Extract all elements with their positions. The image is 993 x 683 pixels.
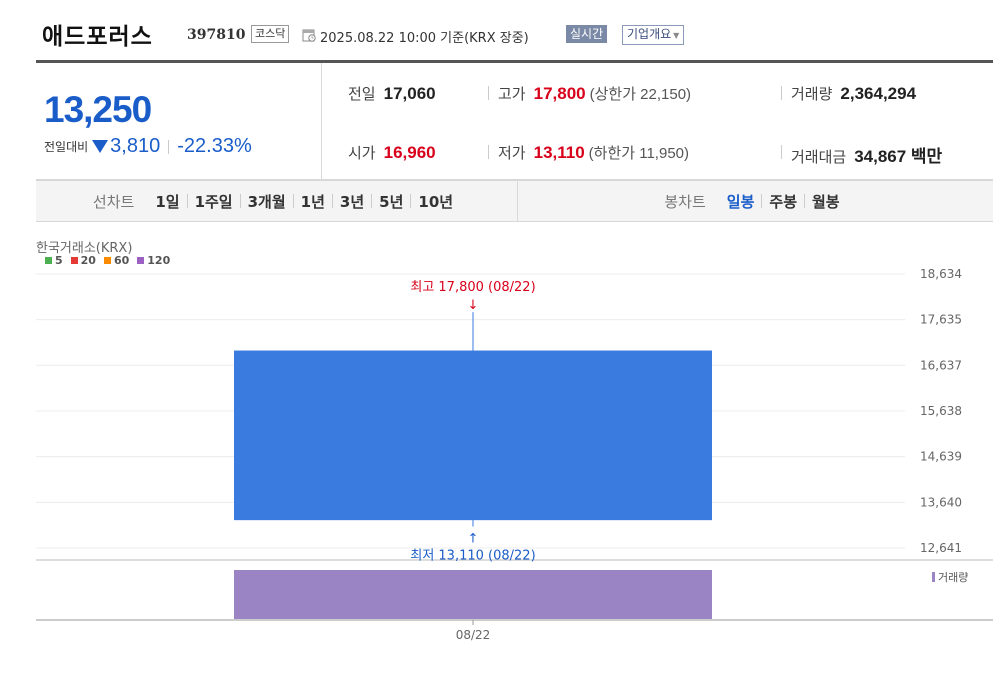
dropdown-arrow-icon: ▼ bbox=[673, 31, 680, 40]
y-tick-label: 16,637 bbox=[920, 358, 962, 372]
stock-header: 애드포러스 397810 코스닥 2025.08.22 10:00 기준(KRX… bbox=[0, 0, 993, 60]
down-arrow-icon: ↓ bbox=[468, 298, 479, 313]
change-amount: 3,810 bbox=[110, 135, 161, 157]
volume-value: 2,364,294 bbox=[840, 84, 917, 103]
moving-average-legend: 5 20 60 120 bbox=[45, 254, 178, 267]
candle-chart-periods: 봉차트 일봉 주봉 월봉 bbox=[518, 181, 993, 221]
period-10y[interactable]: 10년 bbox=[411, 191, 460, 212]
chart-period-bar: 선차트 1일 1주일 3개월 1년 3년 5년 10년 봉차트 일봉 주봉 월봉 bbox=[36, 180, 993, 222]
period-monthly-candle[interactable]: 월봉 bbox=[805, 191, 847, 212]
up-arrow-icon: ↑ bbox=[468, 532, 479, 547]
y-tick-label: 18,634 bbox=[920, 267, 962, 281]
period-1d[interactable]: 1일 bbox=[148, 191, 186, 212]
line-chart-label: 선차트 bbox=[92, 192, 135, 211]
high-annotation: 최고 17,800 (08/22) bbox=[410, 280, 535, 295]
ma-label: 120 bbox=[147, 254, 171, 267]
high-value: 17,800 bbox=[533, 84, 586, 103]
company-overview-button[interactable]: 기업개요 ▼ bbox=[622, 25, 685, 45]
y-tick-label: 12,641 bbox=[920, 541, 962, 555]
period-weekly-candle[interactable]: 주봉 bbox=[762, 191, 804, 212]
stock-chart: 18,634 17,635 16,637 15,638 14,639 13,640 12,6… bbox=[0, 222, 993, 683]
legend-swatch bbox=[137, 257, 145, 264]
upper-limit-note: (상한가 22,150) bbox=[589, 86, 692, 103]
ma-legend-item: 5 bbox=[45, 254, 63, 267]
legend-swatch bbox=[45, 257, 52, 264]
period-3m[interactable]: 3개월 bbox=[241, 191, 293, 212]
period-1y[interactable]: 1년 bbox=[294, 191, 332, 212]
divider bbox=[488, 145, 489, 159]
period-daily-candle[interactable]: 일봉 bbox=[720, 191, 762, 212]
y-tick-label: 17,635 bbox=[920, 313, 962, 327]
trade-value-value: 34,867 백만 bbox=[854, 147, 943, 166]
ma-legend-item: 20 bbox=[70, 254, 96, 267]
volume-label: 거래량 bbox=[791, 85, 833, 103]
divider bbox=[488, 86, 489, 100]
down-triangle-icon bbox=[92, 140, 109, 153]
divider bbox=[781, 145, 782, 159]
trade-value-label: 거래대금 bbox=[791, 148, 847, 166]
y-tick-label: 14,639 bbox=[920, 450, 962, 464]
high-stat: 고가 17,800 (상한가 22,150) bbox=[498, 83, 691, 104]
line-chart-periods: 선차트 1일 1주일 3개월 1년 3년 5년 10년 bbox=[36, 181, 518, 221]
period-1w[interactable]: 1주일 bbox=[188, 191, 240, 212]
market-badge: 코스닥 bbox=[251, 25, 290, 43]
legend-swatch bbox=[70, 257, 78, 264]
chart-canvas: 18,634 17,635 16,637 15,638 14,639 13,640 12,6… bbox=[36, 267, 993, 642]
calendar-icon bbox=[302, 29, 316, 42]
ma-legend-item: 60 bbox=[103, 254, 130, 267]
period-5y[interactable]: 5년 bbox=[372, 191, 410, 212]
candle-chart-label: 봉차트 bbox=[664, 192, 706, 211]
current-price-box: 13,250 전일대비 3,810 -22.33% bbox=[36, 63, 322, 180]
open-stat: 시가 16,960 bbox=[348, 142, 436, 163]
x-tick-label: 08/22 bbox=[456, 628, 491, 642]
ma-label: 20 bbox=[80, 254, 96, 267]
y-tick-label: 13,640 bbox=[920, 495, 962, 509]
open-label: 시가 bbox=[348, 144, 376, 162]
change-label: 전일대비 bbox=[44, 140, 89, 154]
company-overview-label: 기업개요 bbox=[627, 27, 672, 41]
price-timestamp: 2025.08.22 10:00 기준(KRX 장중) bbox=[320, 31, 529, 46]
change-percent: -22.33% bbox=[177, 135, 252, 157]
realtime-badge: 실시간 bbox=[566, 25, 608, 43]
high-label: 고가 bbox=[498, 85, 526, 103]
lower-limit-note: (하한가 11,950) bbox=[588, 145, 689, 162]
trade-value-stat: 거래대금 34,867 백만 bbox=[791, 142, 942, 167]
y-tick-label: 15,638 bbox=[920, 404, 962, 418]
ma-label: 5 bbox=[55, 254, 63, 267]
legend-swatch bbox=[103, 257, 111, 264]
low-value: 13,110 bbox=[533, 143, 585, 162]
period-3y[interactable]: 3년 bbox=[333, 191, 371, 212]
low-annotation: 최저 13,110 (08/22) bbox=[410, 549, 535, 564]
volume-legend-label: 거래량 bbox=[938, 571, 968, 584]
ma-label: 60 bbox=[113, 254, 130, 267]
prev-close-stat: 전일 17,060 bbox=[348, 83, 436, 104]
divider bbox=[781, 86, 782, 100]
low-stat: 저가 13,110 (하한가 11,950) bbox=[498, 142, 689, 163]
volume-bar bbox=[234, 570, 712, 619]
low-label: 저가 bbox=[498, 144, 526, 162]
open-value: 16,960 bbox=[383, 143, 436, 162]
stock-code: 397810 bbox=[187, 27, 246, 43]
prev-close-label: 전일 bbox=[348, 85, 376, 103]
volume-stat: 거래량 2,364,294 bbox=[791, 83, 916, 104]
legend-swatch bbox=[932, 572, 935, 582]
candle-body bbox=[234, 350, 712, 521]
current-price: 13,250 bbox=[44, 89, 152, 130]
price-change-row: 전일대비 3,810 -22.33% bbox=[44, 135, 252, 158]
company-name: 애드포러스 bbox=[42, 24, 153, 50]
price-summary-panel: 13,250 전일대비 3,810 -22.33% 전일 17,060 시가 16,… bbox=[36, 60, 993, 180]
divider bbox=[168, 139, 170, 154]
prev-close-value: 17,060 bbox=[383, 84, 436, 103]
ma-legend-item: 120 bbox=[137, 254, 170, 267]
